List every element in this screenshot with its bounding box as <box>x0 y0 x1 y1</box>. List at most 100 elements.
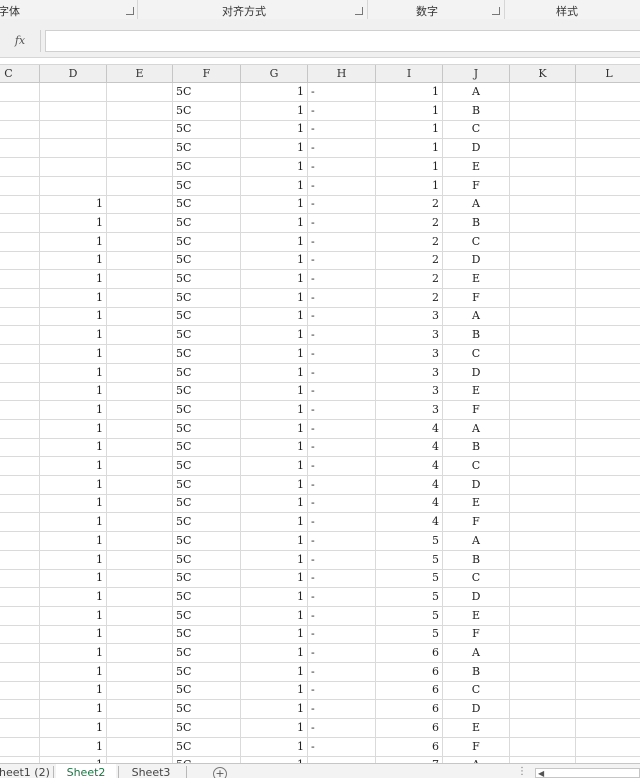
cell-f[interactable]: 5C <box>173 288 241 308</box>
cell-h[interactable]: - <box>308 494 376 514</box>
cell-e[interactable] <box>107 326 173 346</box>
cell-j[interactable]: A <box>443 83 510 102</box>
cell-e[interactable] <box>107 662 173 682</box>
cell-j[interactable]: C <box>443 681 510 701</box>
cell-e[interactable] <box>107 213 173 233</box>
cell-k[interactable] <box>510 307 576 327</box>
cell-f[interactable]: 5C <box>173 270 241 289</box>
cell-h[interactable]: - <box>308 625 376 645</box>
cell-d[interactable]: 1 <box>40 662 107 682</box>
cell-g[interactable]: 1 <box>241 587 308 607</box>
cell-h[interactable]: - <box>308 662 376 682</box>
cell-k[interactable] <box>510 718 576 738</box>
cell-g[interactable]: 1 <box>241 625 308 645</box>
cell-h[interactable]: - <box>308 326 376 346</box>
cell-k[interactable] <box>510 494 576 514</box>
cell-k[interactable] <box>510 419 576 439</box>
cell-l[interactable] <box>576 756 640 763</box>
cell-l[interactable] <box>576 625 640 645</box>
cell-h[interactable]: - <box>308 176 376 196</box>
cell-c[interactable] <box>0 363 40 383</box>
cell-f[interactable]: 5C <box>173 419 241 439</box>
cell-g[interactable]: 1 <box>241 176 308 196</box>
cell-k[interactable] <box>510 83 576 102</box>
cell-f[interactable]: 5C <box>173 326 241 346</box>
cell-f[interactable]: 5C <box>173 139 241 159</box>
cell-j[interactable]: A <box>443 531 510 551</box>
cell-g[interactable]: 1 <box>241 400 308 420</box>
cell-c[interactable] <box>0 195 40 215</box>
cell-f[interactable]: 5C <box>173 457 241 476</box>
cell-i[interactable]: 3 <box>376 382 443 402</box>
cell-d[interactable]: 1 <box>40 737 107 757</box>
cell-h[interactable]: - <box>308 213 376 233</box>
cell-k[interactable] <box>510 213 576 233</box>
cell-h[interactable]: - <box>308 457 376 476</box>
cell-d[interactable]: 1 <box>40 363 107 383</box>
cell-e[interactable] <box>107 513 173 533</box>
cell-d[interactable]: 1 <box>40 569 107 589</box>
cell-e[interactable] <box>107 157 173 177</box>
cell-c[interactable] <box>0 213 40 233</box>
cell-j[interactable]: C <box>443 120 510 140</box>
cell-k[interactable] <box>510 344 576 364</box>
cell-e[interactable] <box>107 101 173 121</box>
cell-e[interactable] <box>107 232 173 252</box>
cell-h[interactable]: - <box>308 681 376 701</box>
cell-d[interactable]: 1 <box>40 419 107 439</box>
cell-c[interactable] <box>0 288 40 308</box>
cell-i[interactable]: 4 <box>376 419 443 439</box>
cell-k[interactable] <box>510 475 576 495</box>
cell-i[interactable]: 2 <box>376 251 443 271</box>
cell-l[interactable] <box>576 532 640 551</box>
cell-l[interactable] <box>576 438 640 458</box>
cell-l[interactable] <box>576 382 640 402</box>
cell-h[interactable]: - <box>308 513 376 533</box>
cell-l[interactable] <box>576 307 640 327</box>
cell-i[interactable]: 3 <box>376 363 443 383</box>
cell-h[interactable]: - <box>308 700 376 720</box>
cell-c[interactable] <box>0 438 40 458</box>
cell-j[interactable]: D <box>443 251 510 271</box>
cell-e[interactable] <box>107 625 173 645</box>
cell-d[interactable]: 1 <box>40 681 107 701</box>
cell-k[interactable] <box>510 700 576 720</box>
cell-e[interactable] <box>107 644 173 663</box>
cell-c[interactable] <box>0 606 40 626</box>
cell-g[interactable]: 1 <box>241 550 308 570</box>
cell-h[interactable]: - <box>308 120 376 140</box>
cell-i[interactable]: 2 <box>376 213 443 233</box>
cell-d[interactable]: 1 <box>40 251 107 271</box>
cell-h[interactable]: - <box>308 270 376 289</box>
cell-e[interactable] <box>107 681 173 701</box>
cell-k[interactable] <box>510 457 576 476</box>
cell-e[interactable] <box>107 363 173 383</box>
cell-c[interactable] <box>0 756 40 763</box>
cell-h[interactable]: - <box>308 307 376 327</box>
cell-j[interactable]: D <box>443 475 510 495</box>
cell-e[interactable] <box>107 195 173 215</box>
cell-f[interactable]: 5C <box>173 756 241 763</box>
cell-f[interactable]: 5C <box>173 176 241 196</box>
cell-d[interactable]: 1 <box>40 475 107 495</box>
cell-d[interactable]: 1 <box>40 718 107 738</box>
cell-k[interactable] <box>510 550 576 570</box>
cell-i[interactable]: 3 <box>376 344 443 364</box>
cell-l[interactable] <box>576 139 640 159</box>
cell-k[interactable] <box>510 438 576 458</box>
cell-f[interactable]: 5C <box>173 644 241 663</box>
column-header-e[interactable]: E <box>107 65 173 83</box>
cell-f[interactable]: 5C <box>173 550 241 570</box>
cell-h[interactable]: - <box>308 232 376 252</box>
alignment-dialog-launcher-icon[interactable] <box>355 7 363 15</box>
cell-e[interactable] <box>107 419 173 439</box>
cell-g[interactable]: 1 <box>241 270 308 289</box>
cell-j[interactable]: D <box>443 363 510 383</box>
cell-k[interactable] <box>510 363 576 383</box>
cell-j[interactable]: E <box>443 270 510 289</box>
cell-c[interactable] <box>0 270 40 289</box>
cell-j[interactable]: E <box>443 494 510 514</box>
cell-f[interactable]: 5C <box>173 625 241 645</box>
cell-g[interactable]: 1 <box>241 195 308 215</box>
cell-l[interactable] <box>576 214 640 233</box>
